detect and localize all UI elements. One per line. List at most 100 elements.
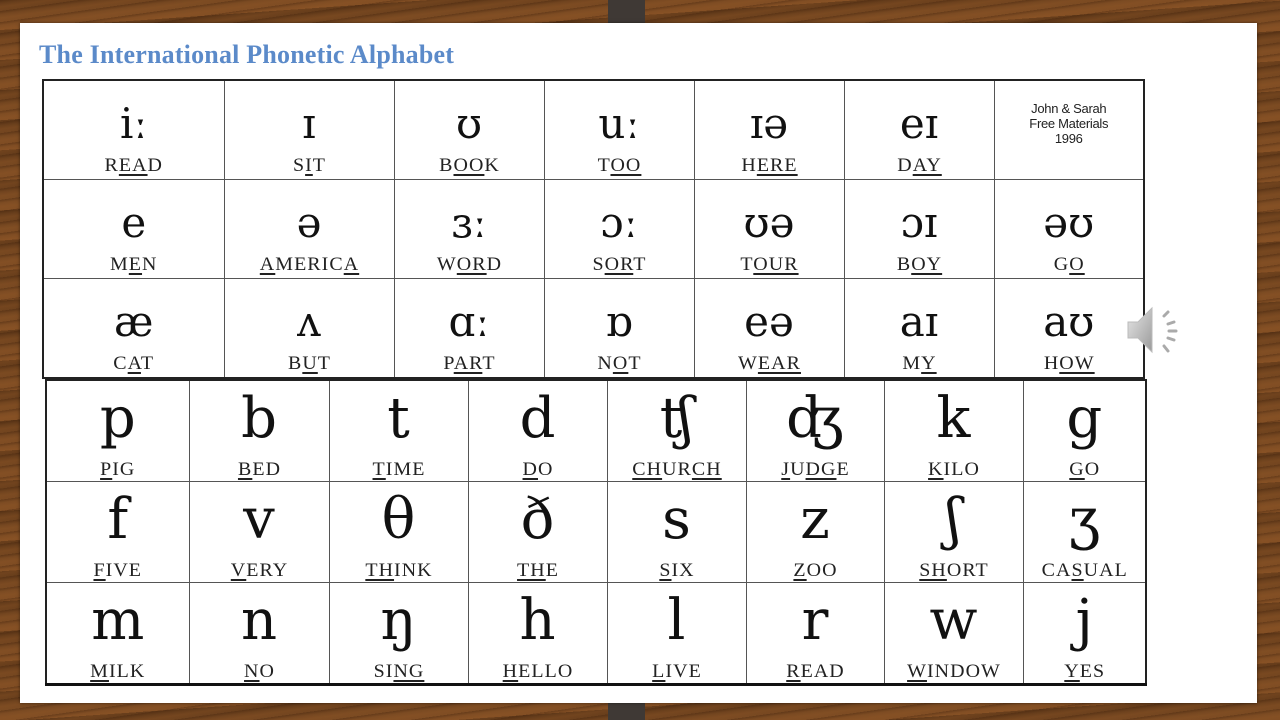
phonetic-symbol: ŋ	[380, 588, 417, 653]
example-word: CHURCH	[604, 459, 749, 481]
word-segment: INK	[393, 560, 433, 581]
word-segment: ILK	[108, 661, 146, 682]
word-segment: UAL	[1083, 560, 1128, 581]
phonetic-symbol: ɜː	[451, 198, 487, 247]
example-word: JUDGE	[743, 459, 887, 481]
word-segment: B	[287, 353, 302, 374]
phonetic-symbol: iː	[119, 99, 148, 148]
example-word: READ	[743, 661, 887, 683]
example-word: TOUR	[691, 254, 847, 276]
word-segment: W	[436, 254, 457, 275]
word-segment: T	[627, 353, 642, 374]
chart-row: iː READ ɪ SIT ʊ BOOK uː TOO ɪə HERE eɪ DAY John & Sa…	[42, 79, 1145, 180]
highlighted-letters: S	[658, 560, 671, 581]
phonetic-symbol: ʊə	[743, 198, 795, 247]
phonetic-symbol: θ	[381, 487, 416, 552]
word-segment: ES	[1079, 661, 1105, 682]
phonetic-symbol: p	[99, 386, 136, 451]
consonant-cell: ʧ CHURCH	[604, 379, 749, 482]
example-word: WINDOW	[881, 661, 1026, 683]
credit-text: John & Sarah Free Materials 1996	[995, 101, 1144, 146]
highlighted-letters: M	[90, 661, 109, 682]
phonetic-symbol: ɑː	[448, 297, 490, 346]
highlighted-letters: J	[780, 459, 790, 480]
example-word: SIT	[220, 155, 397, 177]
example-word: THINK	[326, 560, 471, 582]
phonetic-symbol: g	[1066, 386, 1103, 451]
vowel-cell: aʊ HOW	[993, 278, 1145, 379]
phonetic-symbol: h	[519, 588, 556, 653]
word-segment: MERIC	[274, 254, 344, 275]
word-segment: S	[591, 254, 605, 275]
word-segment: D	[147, 155, 164, 176]
example-word: TOO	[541, 155, 697, 177]
highlighted-letters: EA	[118, 155, 148, 176]
word-segment: T	[597, 155, 610, 176]
word-segment: E	[545, 560, 559, 581]
word-segment: H	[1043, 353, 1059, 374]
consonant-cell: g GO	[1022, 379, 1147, 482]
highlighted-letters: OW	[1058, 353, 1095, 374]
highlighted-letters: OUR	[752, 254, 799, 275]
consonant-cell: ð THE	[467, 481, 608, 583]
phonetic-symbol: j	[1075, 588, 1093, 653]
example-word: HERE	[691, 155, 847, 177]
consonant-cell: n NO	[188, 582, 330, 685]
word-segment: M	[109, 254, 129, 275]
vowel-cell: eɪ DAY	[843, 79, 995, 180]
highlighted-letters: H	[502, 661, 518, 682]
word-segment: ERY	[245, 560, 288, 581]
example-word: YES	[1020, 661, 1148, 683]
phonetic-symbol: ʒ	[1068, 487, 1101, 552]
credit-cell: John & Sarah Free Materials 1996	[993, 79, 1145, 180]
phonetic-symbol: aʊ	[1043, 297, 1095, 346]
highlighted-letters: O	[612, 353, 628, 374]
consonant-cell: b BED	[188, 379, 330, 482]
example-word: LIVE	[604, 661, 749, 683]
vowel-cell: ɪə HERE	[691, 79, 847, 180]
consonant-cell: z ZOO	[745, 481, 885, 583]
word-segment: T	[317, 353, 331, 374]
vowel-cell: əʊ GO	[993, 179, 1145, 279]
word-segment: IVE	[664, 661, 702, 682]
phonetic-symbol: ʤ	[786, 386, 844, 451]
example-word: TIME	[326, 459, 471, 481]
highlighted-letters: TH	[516, 560, 546, 581]
phonetic-symbol: z	[800, 487, 830, 552]
example-word: BOOK	[391, 155, 547, 177]
phonetic-symbol: r	[801, 588, 829, 653]
vowel-cell: ʊ BOOK	[391, 79, 547, 180]
vowel-cell: ə AMERICA	[223, 179, 395, 279]
word-segment: T	[481, 353, 496, 374]
example-word: CASUAL	[1020, 560, 1148, 582]
highlighted-letters: U	[301, 353, 318, 374]
vowel-cell: ʊə TOUR	[691, 179, 847, 279]
phonetic-symbol: l	[667, 588, 686, 653]
word-segment: S	[292, 155, 305, 176]
word-segment: N	[142, 254, 158, 275]
highlighted-letters: OY	[910, 254, 942, 275]
phonetic-symbol: e	[121, 198, 147, 247]
vowel-cell: æ CAT	[42, 278, 225, 379]
word-segment: OO	[806, 560, 838, 581]
example-word: SHORT	[881, 560, 1026, 582]
phonetic-symbol: v	[243, 487, 275, 552]
highlighted-letters: TH	[364, 560, 394, 581]
credit-line: 1996	[1054, 131, 1083, 146]
word-segment: INDOW	[926, 661, 1001, 682]
highlighted-letters: W	[906, 661, 927, 682]
word-segment: EAD	[800, 661, 845, 682]
phonetic-symbol: f	[107, 487, 129, 552]
highlighted-letters: E	[128, 254, 143, 275]
audio-speaker-button[interactable]	[1124, 300, 1188, 360]
highlighted-letters: A	[127, 353, 141, 374]
example-word: DO	[465, 459, 610, 481]
vowel-cell: ɑː PART	[393, 278, 545, 379]
consonant-cell: θ THINK	[326, 481, 471, 583]
word-segment: P	[442, 353, 454, 374]
highlighted-letters: D	[522, 459, 538, 480]
chart-row: f FIVE v VERY θ THINK ð THE s SIX z ZOO ʃ SHORT ʒ CASUA…	[45, 481, 1148, 583]
word-segment: UR	[661, 459, 692, 480]
highlighted-letters: OR	[604, 254, 633, 275]
example-word: NOT	[541, 353, 697, 375]
